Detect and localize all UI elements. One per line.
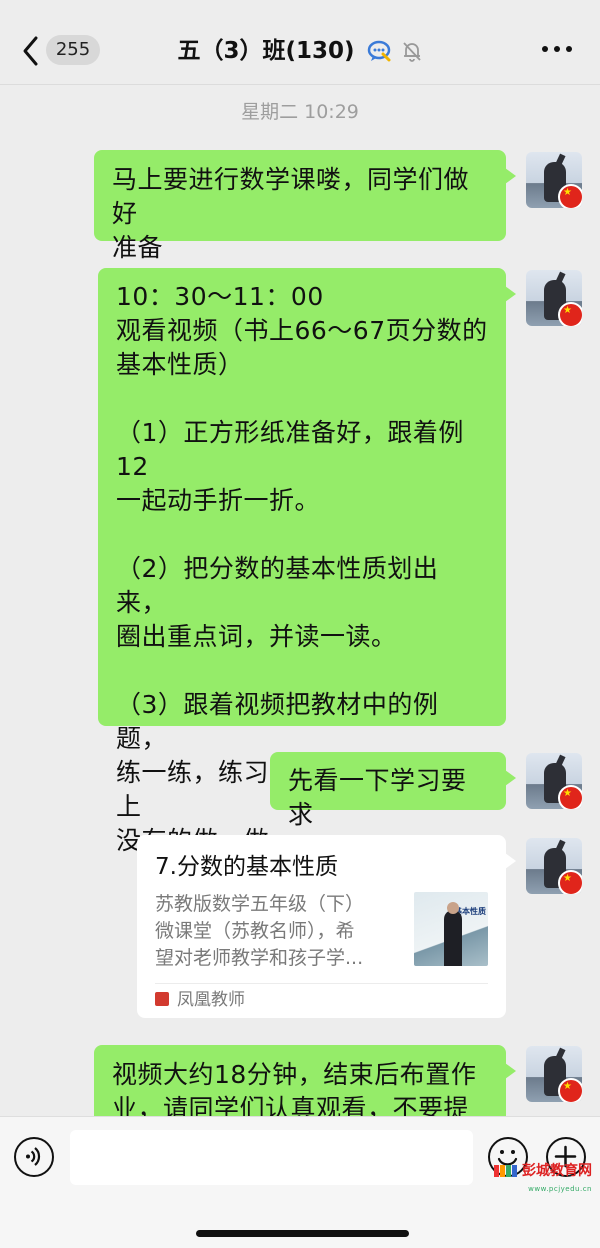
card-title: 7.分数的基本性质 [155, 854, 338, 880]
message-bubble[interactable]: 10：30～11：00 观看视频（书上66～67页分数的 基本性质） （1）正方… [98, 268, 516, 855]
message-line: 先看一下学习要求 [288, 766, 467, 829]
message-line: 观看视频（书上66～67页分数的 [116, 316, 488, 345]
avatar[interactable] [526, 152, 582, 208]
message-line: （2）把分数的基本性质划出来， [116, 554, 439, 617]
avatar[interactable] [526, 838, 582, 894]
chat-title[interactable]: 五（3）班(130) [177, 33, 354, 69]
message-line: 准备 [112, 233, 164, 262]
message-line: 圈出重点词，并读一读。 [116, 622, 397, 651]
avatar[interactable] [526, 1046, 582, 1102]
message-bubble[interactable]: 先看一下学习要求 [270, 752, 516, 829]
site-watermark: 彭城教育网 www.pcjyedu.cn [494, 1163, 592, 1197]
card-thumbnail: 基本性质 [414, 892, 488, 966]
chat-header: 255 五（3）班(130) [0, 0, 600, 85]
card-description: 苏教版数学五年级（下） 微课堂（苏教名师），希 望对老师教学和孩子学... [155, 893, 365, 969]
message-input[interactable] [70, 1130, 473, 1185]
message-line: 视频大约18分钟，结束后布置作 [112, 1060, 477, 1089]
link-card[interactable]: 7.分数的基本性质 苏教版数学五年级（下） 微课堂（苏教名师），希 望对老师教学… [137, 835, 516, 1018]
avatar[interactable] [526, 270, 582, 326]
watermark-logo-icon [494, 1165, 518, 1181]
voice-input-icon[interactable] [14, 1137, 54, 1177]
card-source: 凤凰教师 [155, 988, 245, 1012]
message-line: （3）跟着视频把教材中的例题， [116, 690, 439, 753]
message-line: 10：30～11：00 [116, 282, 324, 311]
phoenix-logo-icon [155, 992, 169, 1006]
mute-bell-icon [402, 42, 421, 62]
message-bubble[interactable]: 马上要进行数学课喽，同学们做好 准备 [94, 150, 516, 262]
avatar[interactable] [526, 753, 582, 809]
message-line: （1）正方形纸准备好，跟着例12 [116, 418, 464, 481]
home-indicator[interactable] [196, 1230, 409, 1237]
more-options-icon[interactable] [542, 46, 572, 54]
message-line: 一起动手折一折。 [116, 486, 321, 515]
group-chat-bubble-icon [367, 40, 391, 62]
message-line: 马上要进行数学课喽，同学们做好 [112, 165, 470, 228]
message-line: 基本性质） [116, 350, 244, 379]
chat-title-area: 五（3）班(130) [0, 32, 600, 69]
message-timestamp: 星期二 10:29 [241, 101, 359, 123]
